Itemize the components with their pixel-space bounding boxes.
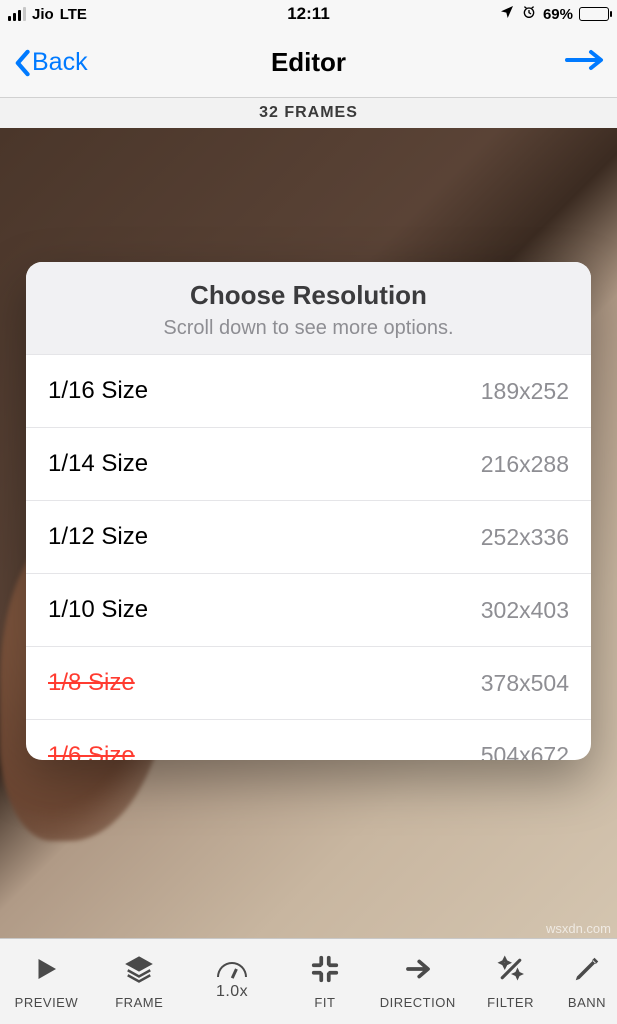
back-button[interactable]: Back [12,48,88,77]
option-value: 216x288 [481,451,569,478]
resolution-option[interactable]: 1/16 Size 189x252 [26,355,591,428]
frames-count: 32 FRAMES [0,98,617,129]
resolution-option[interactable]: 1/10 Size 302x403 [26,574,591,647]
resolution-modal: Choose Resolution Scroll down to see mor… [26,262,591,760]
page-title: Editor [271,47,346,78]
tool-label: FILTER [487,995,534,1010]
battery-pct: 69% [543,6,573,23]
option-value: 302x403 [481,597,569,624]
network-label: LTE [60,6,87,23]
layers-icon [124,954,154,989]
back-label: Back [32,48,88,77]
alarm-icon [521,4,537,24]
resolution-option-disabled[interactable]: 1/6 Size 504x672 [26,720,591,760]
resolution-list[interactable]: 1/16 Size 189x252 1/14 Size 216x288 1/12… [26,355,591,760]
tool-label: 1.0x [216,983,248,1001]
nav-bar: Back Editor [0,28,617,98]
frame-button[interactable]: FRAME [93,939,186,1024]
bottom-toolbar: PREVIEW FRAME 1.0x FIT DIRECTION FILTER … [0,938,617,1024]
carrier-label: Jio [32,6,54,23]
battery-icon [579,7,609,21]
option-label: 1/14 Size [48,450,148,478]
option-label: 1/8 Size [48,669,135,697]
option-label: 1/10 Size [48,596,148,624]
option-value: 504x672 [481,742,569,760]
modal-header: Choose Resolution Scroll down to see mor… [26,262,591,355]
play-icon [31,954,61,989]
modal-title: Choose Resolution [42,280,575,311]
watermark: wsxdn.com [546,921,611,936]
resolution-option[interactable]: 1/14 Size 216x288 [26,428,591,501]
status-bar: Jio LTE 12:11 69% [0,0,617,28]
arrow-right-icon [403,954,433,989]
option-label: 1/16 Size [48,377,148,405]
speed-button[interactable]: 1.0x [186,939,279,1024]
tool-label: FIT [314,995,335,1010]
option-label: 1/12 Size [48,523,148,551]
preview-button[interactable]: PREVIEW [0,939,93,1024]
forward-button[interactable] [563,49,605,76]
tool-label: DIRECTION [380,995,456,1010]
filter-button[interactable]: FILTER [464,939,557,1024]
location-icon [499,4,515,24]
fit-icon [310,954,340,989]
status-right: 69% [499,4,609,24]
status-time: 12:11 [287,4,330,24]
pencil-icon [572,954,602,989]
direction-button[interactable]: DIRECTION [371,939,464,1024]
fit-button[interactable]: FIT [278,939,371,1024]
modal-subtitle: Scroll down to see more options. [42,317,575,340]
resolution-option-disabled[interactable]: 1/8 Size 378x504 [26,647,591,720]
tool-label: PREVIEW [15,995,78,1010]
gauge-icon [217,962,247,977]
option-value: 189x252 [481,378,569,405]
option-value: 378x504 [481,670,569,697]
option-value: 252x336 [481,524,569,551]
banner-button[interactable]: BANN [557,939,617,1024]
status-left: Jio LTE [8,6,87,23]
option-label: 1/6 Size [48,742,135,760]
resolution-option[interactable]: 1/12 Size 252x336 [26,501,591,574]
magic-wand-icon [496,954,526,989]
tool-label: FRAME [115,995,163,1010]
tool-label: BANN [568,995,606,1010]
cell-signal-icon [8,7,26,21]
